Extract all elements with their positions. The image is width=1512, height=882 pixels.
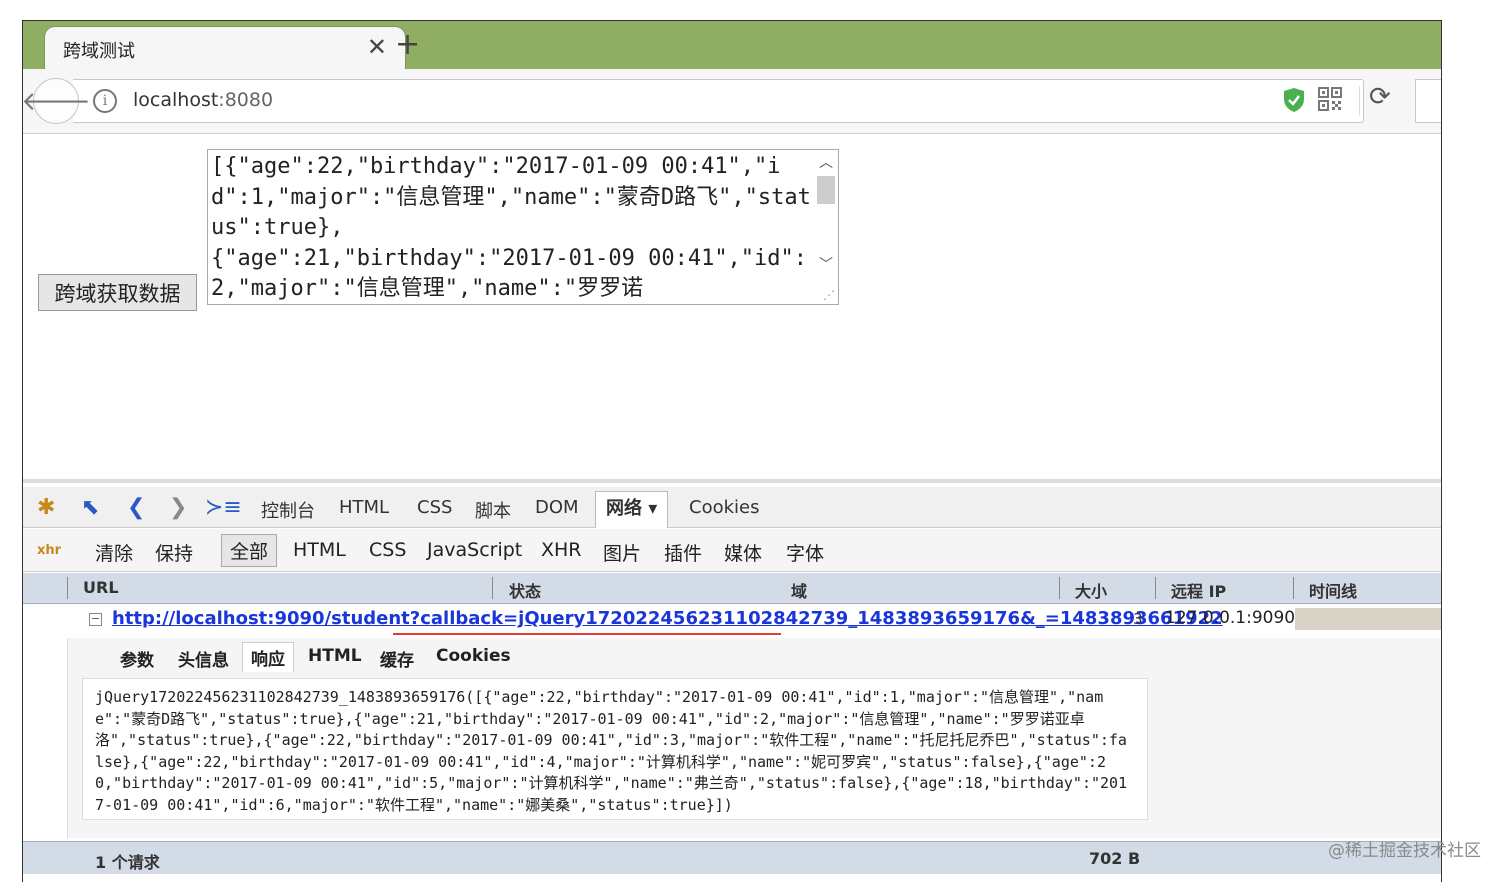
column-separator	[492, 577, 493, 599]
textarea-scrollbar[interactable]: ︿ ﹀ ⋰	[814, 150, 838, 304]
request-size-clipped: 3	[1133, 610, 1143, 628]
tab-strip: 跨域测试 ✕ +	[23, 21, 1441, 69]
response-body: jQuery172022456231102842739_148389365917…	[82, 678, 1148, 820]
back-chevron-icon[interactable]: ❮	[127, 495, 145, 520]
request-timeline-bar	[1295, 608, 1441, 630]
column-status[interactable]: 状态	[509, 578, 541, 602]
scrollbar-thumb[interactable]	[817, 176, 835, 204]
filter-xhr[interactable]: XHR	[541, 539, 582, 561]
address-bar[interactable]: i localhost:8080 ⟳	[73, 79, 1391, 123]
tab-headers[interactable]: 头信息	[178, 646, 229, 671]
tab-title: 跨域测试	[63, 41, 135, 62]
firebug-panel: ✱ ⬉ ❮ ❯ ≻≡ 控制台 HTML CSS 脚本 DOM 网络 ▾ Cook…	[23, 479, 1441, 882]
highlight-underline	[393, 633, 781, 635]
column-remote-ip[interactable]: 远程 IP	[1171, 578, 1226, 602]
filter-javascript[interactable]: JavaScript	[427, 539, 522, 561]
result-textarea[interactable]: [{"age":22,"birthday":"2017-01-09 00:41"…	[207, 149, 839, 305]
request-count: 1 个请求	[95, 853, 160, 872]
fetch-data-button[interactable]: 跨域获取数据	[38, 274, 197, 311]
column-separator	[1293, 577, 1294, 599]
inspect-pointer-icon[interactable]: ⬉	[81, 495, 99, 520]
tab-script[interactable]: 脚本	[475, 497, 511, 523]
request-row[interactable]: − http://localhost:9090/student?callback…	[23, 604, 1441, 636]
column-separator	[67, 577, 68, 599]
column-domain[interactable]: 域	[791, 578, 807, 602]
request-url-link[interactable]: http://localhost:9090/student?callback=j…	[112, 608, 1223, 629]
reload-icon[interactable]: ⟳	[1369, 82, 1391, 112]
result-text: [{"age":22,"birthday":"2017-01-09 00:41"…	[211, 154, 811, 301]
filter-all[interactable]: 全部	[221, 534, 278, 567]
request-detail-panel: 参数 头信息 响应 HTML 缓存 Cookies jQuery17202245…	[67, 638, 1441, 838]
back-arrow-icon[interactable]: 🡐	[23, 78, 91, 124]
command-line-icon[interactable]: ≻≡	[205, 495, 242, 520]
detail-tabs: 参数 头信息 响应 HTML 缓存 Cookies	[68, 638, 1441, 674]
tab-network[interactable]: 网络 ▾	[595, 491, 669, 528]
close-tab-icon[interactable]: ✕	[367, 33, 387, 61]
network-column-header: URL 状态 域 大小 远程 IP 时间线	[23, 573, 1441, 604]
filter-html[interactable]: HTML	[293, 539, 346, 561]
column-separator	[1059, 577, 1060, 599]
filter-media[interactable]: 媒体	[724, 539, 762, 566]
url-host: localhost	[133, 89, 219, 111]
tab-css[interactable]: CSS	[417, 497, 452, 518]
browser-window: 跨域测试 ✕ + i localhost:8080 ⟳ 🡐 跨域获取数据 [{"…	[22, 20, 1442, 882]
tab-cookies[interactable]: Cookies	[689, 497, 759, 518]
tab-detail-html[interactable]: HTML	[308, 646, 362, 666]
network-filter-toolbar: xhr 清除 保持 全部 HTML CSS JavaScript XHR 图片 …	[23, 529, 1441, 572]
scroll-up-icon[interactable]: ︿	[819, 152, 833, 172]
collapse-icon[interactable]: −	[89, 613, 102, 626]
url-port: :8080	[218, 89, 274, 111]
navigation-bar: i localhost:8080 ⟳ 🡐	[23, 69, 1441, 134]
filter-css[interactable]: CSS	[369, 539, 406, 561]
tab-dom[interactable]: DOM	[535, 497, 579, 518]
filter-plugins[interactable]: 插件	[664, 539, 702, 566]
watermark: @稀土掘金技术社区	[1328, 841, 1481, 861]
persist-button[interactable]: 保持	[155, 539, 193, 566]
firebug-bug-icon[interactable]: ✱	[37, 495, 55, 520]
column-timeline[interactable]: 时间线	[1309, 578, 1357, 602]
filter-fonts[interactable]: 字体	[786, 539, 824, 566]
info-icon[interactable]: i	[93, 89, 117, 113]
firebug-main-toolbar: ✱ ⬉ ❮ ❯ ≻≡ 控制台 HTML CSS 脚本 DOM 网络 ▾ Cook…	[23, 487, 1441, 528]
tab-console[interactable]: 控制台	[261, 497, 315, 523]
search-icon[interactable]	[1415, 79, 1441, 123]
filter-images[interactable]: 图片	[603, 539, 641, 566]
request-remote-ip: 127.0.0.1:9090	[1165, 608, 1296, 628]
resize-grip-icon[interactable]: ⋰	[823, 288, 835, 302]
browser-tab[interactable]: 跨域测试 ✕	[45, 27, 405, 69]
column-separator	[1155, 577, 1156, 599]
network-status-bar: 1 个请求 702 B	[23, 841, 1441, 874]
tab-detail-cookies[interactable]: Cookies	[436, 646, 511, 666]
shield-icon[interactable]	[1283, 87, 1305, 113]
xhr-icon: xhr	[37, 543, 62, 558]
tab-cache[interactable]: 缓存	[380, 646, 414, 671]
tab-html[interactable]: HTML	[339, 497, 389, 518]
url-separator	[1359, 86, 1360, 116]
scroll-down-icon[interactable]: ﹀	[819, 254, 833, 274]
tab-params[interactable]: 参数	[120, 646, 154, 671]
tab-response[interactable]: 响应	[242, 642, 294, 672]
column-size[interactable]: 大小	[1075, 578, 1107, 602]
new-tab-button[interactable]: +	[395, 27, 420, 62]
url-text: localhost:8080	[133, 89, 273, 111]
total-size: 702 B	[1089, 849, 1141, 868]
qr-code-icon[interactable]	[1318, 87, 1342, 111]
forward-chevron-icon[interactable]: ❯	[169, 495, 187, 520]
column-url[interactable]: URL	[83, 578, 119, 597]
clear-button[interactable]: 清除	[95, 539, 133, 566]
